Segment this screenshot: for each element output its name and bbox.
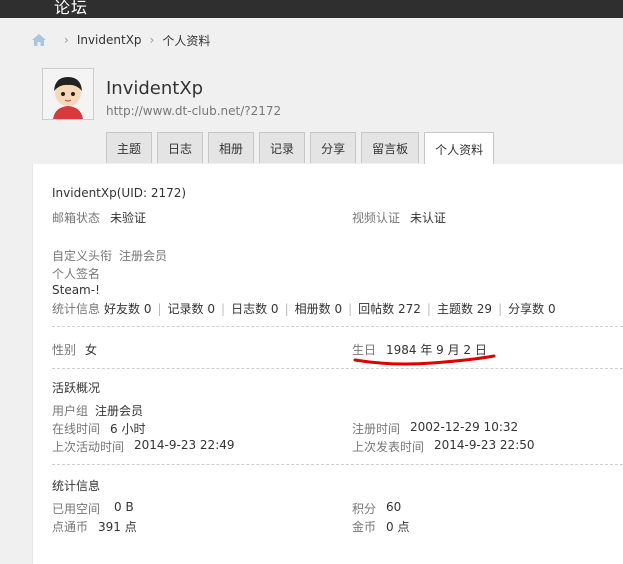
divider [52, 464, 623, 465]
stat-albums[interactable]: 相册数 0 [295, 300, 342, 317]
profile-name[interactable]: InvidentXp [106, 78, 203, 99]
online-time-value: 6 小时 [110, 422, 146, 436]
tab-blog[interactable]: 日志 [157, 132, 204, 163]
user-group-value[interactable]: 注册会员 [95, 402, 143, 419]
red-underline-mark [353, 354, 496, 366]
tab-album[interactable]: 相册 [208, 132, 255, 163]
home-icon[interactable] [32, 34, 46, 46]
stat-friends[interactable]: 好友数 0 [104, 300, 151, 317]
points-label: 积分 [352, 502, 377, 516]
signature-label: 个人签名 [52, 267, 101, 281]
used-space-value: 0 B [114, 500, 134, 514]
chevron-right-icon: › [149, 33, 155, 47]
last-active-value: 2014-9-23 22:49 [134, 438, 235, 452]
divider [52, 326, 623, 327]
gold-value: 0 点 [386, 520, 410, 534]
gender-label: 性别 [52, 343, 77, 357]
coins-label: 点通币 [52, 520, 89, 534]
last-post-value: 2014-9-23 22:50 [434, 438, 535, 452]
stat-topics[interactable]: 主题数 29 [437, 300, 492, 317]
chevron-right-icon: › [64, 33, 69, 47]
email-status-label: 邮箱状态 [52, 211, 101, 225]
tab-share[interactable]: 分享 [310, 132, 357, 163]
register-time-label: 注册时间 [352, 422, 401, 436]
statistics-heading: 统计信息 [52, 479, 101, 493]
profile-url[interactable]: http://www.dt-club.net/?2172 [106, 104, 281, 118]
tab-topics[interactable]: 主题 [106, 132, 153, 163]
stats-row: 统计信息 好友数 0 | 记录数 0 | 日志数 0 | 相册数 0 | 回帖数… [52, 300, 556, 317]
used-space-label: 已用空间 [52, 502, 101, 516]
video-auth-label: 视频认证 [352, 211, 401, 225]
divider: | [426, 301, 431, 316]
user-group-label: 用户组 [52, 404, 89, 418]
divider: | [157, 301, 162, 316]
divider: | [221, 301, 226, 316]
online-time-label: 在线时间 [52, 422, 101, 436]
stat-blogs[interactable]: 日志数 0 [231, 300, 278, 317]
nav-forum-link[interactable]: 论坛 [54, 0, 88, 18]
tab-records[interactable]: 记录 [259, 132, 306, 163]
custom-title-value: 注册会员 [119, 249, 168, 263]
divider: | [284, 301, 289, 316]
breadcrumb-current: 个人资料 [162, 33, 211, 48]
custom-title-label: 自定义头衔 [52, 249, 113, 263]
avatar[interactable] [42, 68, 94, 120]
stats-label: 统计信息 [52, 302, 101, 316]
tab-profile[interactable]: 个人资料 [424, 132, 495, 165]
uid-line: InvidentXp(UID: 2172) [52, 186, 187, 200]
last-active-label: 上次活动时间 [52, 440, 125, 454]
points-value: 60 [386, 500, 402, 514]
email-status-value: 未验证 [110, 211, 147, 225]
breadcrumb: › InvidentXp › 个人资料 [32, 30, 210, 50]
gender-value: 女 [85, 343, 98, 357]
divider [52, 368, 623, 369]
register-time-value: 2002-12-29 10:32 [410, 420, 519, 434]
stat-shares[interactable]: 分享数 0 [508, 300, 555, 317]
gold-label: 金币 [352, 520, 377, 534]
stat-records[interactable]: 记录数 0 [168, 300, 215, 317]
coins-value: 391 点 [98, 520, 137, 534]
last-post-label: 上次发表时间 [352, 440, 425, 454]
stat-replies[interactable]: 回帖数 272 [358, 300, 421, 317]
divider: | [498, 301, 503, 316]
top-nav-bar: 论坛 [0, 0, 623, 18]
divider: | [348, 301, 353, 316]
activity-heading: 活跃概况 [52, 381, 101, 395]
tab-guestbook[interactable]: 留言板 [361, 132, 420, 163]
breadcrumb-user-link[interactable]: InvidentXp [77, 33, 142, 47]
video-auth-value: 未认证 [410, 211, 447, 225]
signature-value: Steam-! [52, 283, 100, 297]
profile-tabs: 主题 日志 相册 记录 分享 留言板 个人资料 [106, 132, 499, 165]
